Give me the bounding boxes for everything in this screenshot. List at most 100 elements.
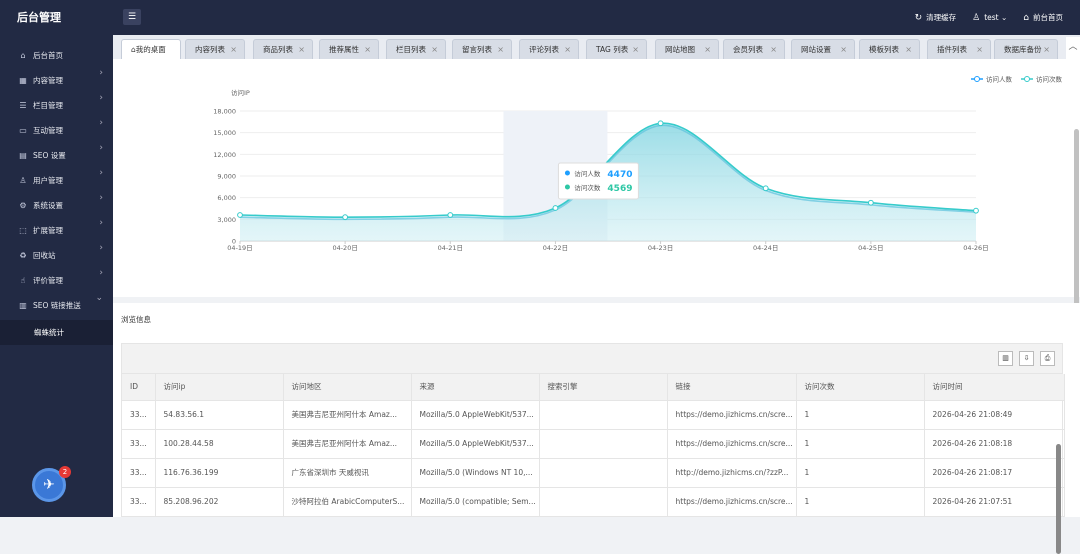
x-tick-label: 04-26日 (963, 244, 988, 252)
close-icon[interactable]: × (364, 45, 371, 54)
tab-9[interactable]: 会员列表 × (723, 39, 785, 59)
data-point (447, 212, 454, 218)
table-cell: 85.208.96.202 (155, 487, 284, 517)
table-row[interactable]: 33... 100.28.44.58 美国弗吉尼亚州阿什本 Amaz... Mozil… (122, 429, 1065, 459)
sidebar-item-10[interactable]: ▥ SEO 链接推送 ⌄ (0, 293, 113, 318)
sidebar-item-label: 系统设置 (33, 201, 63, 210)
sidebar-item-0[interactable]: ⌂ 后台首页 (0, 43, 113, 68)
column-header[interactable]: 访问ip (155, 374, 284, 401)
table-scrollbar[interactable] (1056, 444, 1061, 554)
data-point (657, 120, 664, 127)
tab-5[interactable]: 留言列表 × (452, 39, 512, 59)
table-cell: 美国弗吉尼亚州阿什本 Amaz... (283, 429, 412, 459)
table-cell: 1 (796, 429, 925, 459)
data-point (973, 207, 979, 214)
tab-1[interactable]: 内容列表 × (185, 39, 245, 59)
chevron-right-icon: › (99, 268, 103, 278)
sidebar-item-label: 回收站 (33, 251, 56, 260)
table-cell: 33... (122, 458, 156, 488)
tab-8[interactable]: 网站地图 × (655, 39, 719, 59)
tab-2[interactable]: 商品列表 × (253, 39, 313, 59)
close-icon[interactable]: × (770, 45, 777, 54)
close-icon[interactable]: × (431, 45, 438, 54)
table-row[interactable]: 33... 85.208.96.202 沙特阿拉伯 ArabicComputerS.… (122, 487, 1065, 517)
table-cell: 2026-04-26 21:08:49 (924, 400, 1065, 430)
sidebar-item-9[interactable]: ☝ 评价管理 › (0, 268, 113, 293)
table-row[interactable]: 33... 54.83.56.1 美国弗吉尼亚州阿什本 Amaz... Mozilla… (122, 400, 1065, 430)
close-icon[interactable]: × (230, 45, 237, 54)
close-icon[interactable]: × (1043, 45, 1050, 54)
close-icon[interactable]: × (564, 45, 571, 54)
sidebar-item-3[interactable]: ▭ 互动管理 › (0, 118, 113, 143)
column-header[interactable]: 访问时间 (924, 374, 1065, 401)
column-header[interactable]: 链接 (667, 374, 797, 401)
chevron-right-icon: › (99, 168, 103, 178)
close-icon[interactable]: × (840, 45, 847, 54)
tab-4[interactable]: 栏目列表 × (386, 39, 446, 59)
table-cell: 100.28.44.58 (155, 429, 284, 459)
sidebar-subitem-spider-stats[interactable]: 蜘蛛统计 (0, 320, 113, 345)
legend-label: 访问次数 (1036, 75, 1063, 84)
tooltip-label: 访问次数 (574, 183, 601, 192)
menu-toggle-icon[interactable]: ☰ (123, 9, 141, 25)
sidebar-item-7[interactable]: ⬚ 扩展管理 › (0, 218, 113, 243)
tab-3[interactable]: 推荐属性 × (319, 39, 379, 59)
tab-12[interactable]: 插件列表 × (927, 39, 991, 59)
tab-label: 商品列表 (263, 45, 293, 54)
filter-columns-icon[interactable]: ▥ (998, 351, 1013, 366)
clear-cache-button[interactable]: ↻ 清理缓存 (915, 12, 957, 23)
tab-10[interactable]: 网站设置 × (791, 39, 855, 59)
close-icon[interactable]: × (497, 45, 504, 54)
column-header[interactable]: ID (122, 374, 156, 401)
close-icon[interactable]: × (704, 45, 711, 54)
close-icon[interactable]: × (976, 45, 983, 54)
front-home-link[interactable]: ⌂ 前台首页 (1023, 12, 1063, 23)
tab-label: 插件列表 (937, 45, 967, 54)
export-icon[interactable]: ⇩ (1019, 351, 1034, 366)
user-menu[interactable]: ♙ test ⌄ (972, 13, 1007, 23)
x-tick-label: 04-25日 (858, 244, 883, 252)
sidebar-item-6[interactable]: ⚙ 系统设置 › (0, 193, 113, 218)
x-tick-label: 04-21日 (438, 244, 463, 252)
column-header[interactable]: 搜索引擎 (539, 374, 668, 401)
sidebar-item-5[interactable]: ♙ 用户管理 › (0, 168, 113, 193)
tab-6[interactable]: 评论列表 × (519, 39, 579, 59)
data-point (552, 205, 559, 211)
user-icon: ♙ (19, 176, 27, 185)
tab-7[interactable]: TAG 列表 × (586, 39, 647, 59)
table-cell: Mozilla/5.0 (compatible; Sem... (411, 487, 540, 517)
x-tick-label: 04-20日 (332, 244, 357, 252)
tab-13[interactable]: 数据库备份 × (994, 39, 1058, 59)
visit-chart-panel: 访问IP 0 3,000 6,000 9,000 12,000 15,000 18,000 04… (113, 59, 1080, 419)
column-header[interactable]: 访问地区 (283, 374, 412, 401)
column-header[interactable]: 访问次数 (796, 374, 925, 401)
close-icon[interactable]: × (905, 45, 912, 54)
table-cell: 33... (122, 400, 156, 430)
close-icon[interactable]: × (632, 45, 639, 54)
table-cell: 1 (796, 458, 925, 488)
tab-scroll-up-icon[interactable]: ︿ (1066, 37, 1080, 59)
y-tick-label: 3,000 (217, 216, 236, 224)
close-icon[interactable]: × (298, 45, 305, 54)
sidebar-item-1[interactable]: ▦ 内容管理 › (0, 68, 113, 93)
tab-label: 内容列表 (195, 45, 225, 54)
chevron-down-icon: ⌄ (1000, 12, 1008, 22)
tab-11[interactable]: 模板列表 × (859, 39, 920, 59)
sidebar-item-4[interactable]: ▤ SEO 设置 › (0, 143, 113, 168)
tooltip-dot (564, 170, 570, 176)
sidebar-item-2[interactable]: ☰ 栏目管理 › (0, 93, 113, 118)
table-row[interactable]: 33... 116.76.36.199 广东省深圳市 天威视讯 Mozilla/5.0… (122, 458, 1065, 488)
tab-label: 网站设置 (801, 45, 831, 54)
print-icon[interactable]: ⎙ (1040, 351, 1055, 366)
column-header[interactable]: 来源 (411, 374, 540, 401)
chevron-right-icon: › (99, 68, 103, 78)
clear-cache-label: 清理缓存 (926, 13, 957, 22)
tooltip-label: 访问人数 (574, 169, 601, 178)
visit-chart: 访问IP03,0006,0009,00012,00015,00018,00004… (213, 75, 1063, 253)
table-header-row: ID 访问ip 访问地区 来源 搜索引擎 链接 访问次数 访问时间 (122, 374, 1065, 401)
chevron-right-icon: › (99, 193, 103, 203)
tooltip-value: 4569 (607, 184, 632, 194)
sidebar-item-8[interactable]: ♻ 回收站 › (0, 243, 113, 268)
home-icon: ⌂ (20, 51, 26, 60)
tab-0[interactable]: ⌂ 我的桌面 (121, 39, 181, 59)
